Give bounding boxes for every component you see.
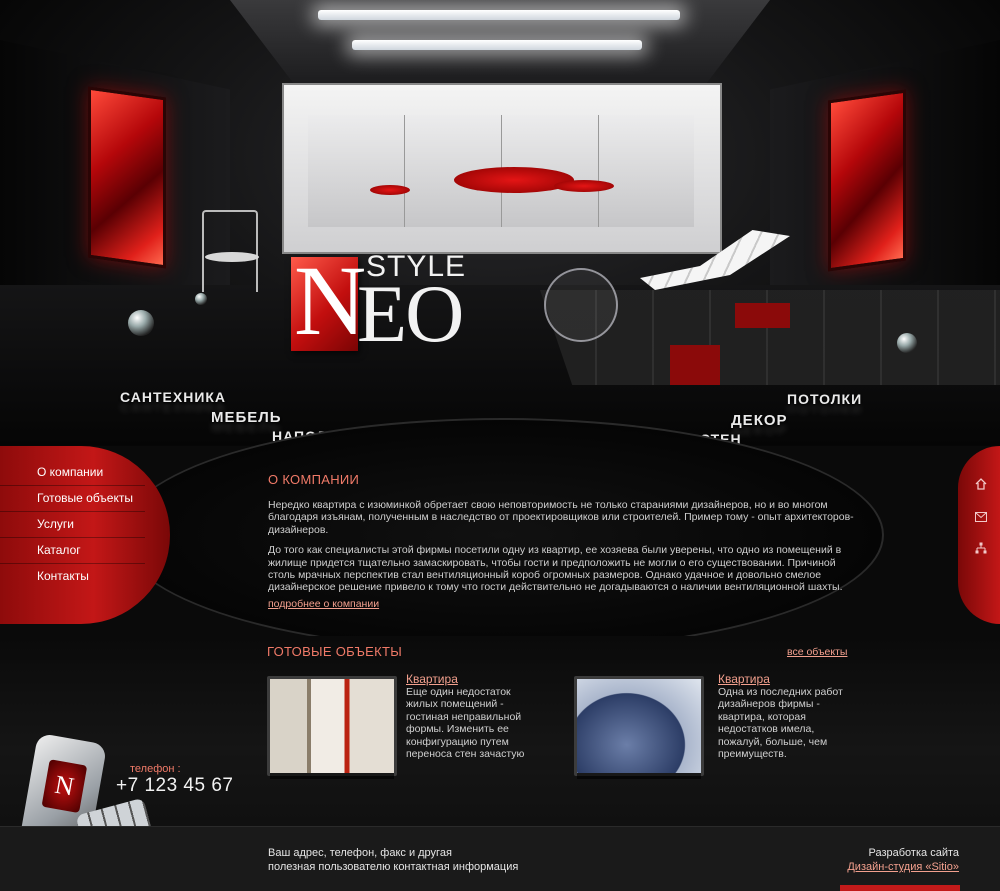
sphere	[128, 310, 154, 336]
home-icon[interactable]	[974, 478, 988, 490]
red-floor-tile	[670, 345, 720, 385]
red-wall-panel	[828, 89, 906, 272]
footer-red-bar	[840, 885, 960, 891]
nav-dekor[interactable]: ДЕКОР	[731, 412, 788, 429]
red-wall-panel	[88, 86, 166, 269]
phone-label: телефон :	[130, 763, 181, 775]
sidebar-link-catalog[interactable]: Каталог	[0, 538, 145, 563]
back-wall-art	[282, 83, 722, 254]
sidebar-link-contacts[interactable]: Контакты	[0, 564, 145, 589]
about-paragraph: Нередко квартира с изюминкой обретает св…	[268, 499, 854, 536]
objects-heading: ГОТОВЫЕ ОБЪЕКТЫ	[267, 644, 403, 659]
ceiling-lamp	[318, 10, 680, 20]
glass-table	[544, 268, 618, 342]
sitemap-icon[interactable]	[974, 542, 988, 554]
page: N EO STYLE САНТЕХНИКА МЕБЕЛЬ НАПОЛЬНЫЕ П…	[0, 0, 1000, 891]
object-card-text: Еще один недостаток жилых помещений - го…	[406, 686, 525, 761]
sidebar-link-services[interactable]: Услуги	[0, 512, 145, 537]
hero-banner: N EO STYLE САНТЕХНИКА МЕБЕЛЬ НАПОЛЬНЫЕ П…	[0, 0, 1000, 446]
object-card-title[interactable]: Квартира	[718, 672, 770, 686]
sidebar-link-objects[interactable]: Готовые объекты	[0, 486, 145, 511]
footer-studio-link[interactable]: Дизайн-студия «Sitio»	[847, 861, 959, 873]
about-heading: О КОМПАНИИ	[268, 472, 360, 487]
about-paragraph: До того как специалисты этой фирмы посет…	[268, 544, 843, 594]
red-splash	[370, 185, 410, 195]
logo-n-block: N	[291, 251, 366, 351]
about-text: Нередко квартира с изюминкой обретает св…	[268, 499, 864, 602]
red-splash	[454, 167, 574, 193]
phone-number: +7 123 45 67	[116, 775, 234, 796]
phone-screen-logo: N	[41, 759, 88, 814]
thumbnail-shadow	[270, 773, 394, 779]
nav-potolki[interactable]: ПОТОЛКИ	[787, 391, 862, 407]
ceiling-lamp	[352, 40, 642, 50]
sidebar-menu: О компании Готовые объекты Услуги Катало…	[0, 446, 170, 624]
logo-style: STYLE	[366, 250, 467, 283]
object-thumbnail[interactable]	[574, 676, 704, 776]
sidebar-item-about: О компании	[0, 460, 145, 486]
object-card-text: Одна из последних работ дизайнеров фирмы…	[718, 686, 843, 761]
thumbnail-shadow	[577, 773, 701, 779]
about-more-link[interactable]: подробнее о компании	[268, 598, 379, 610]
red-splash	[554, 180, 614, 192]
sidebar-list: О компании Готовые объекты Услуги Катало…	[0, 446, 145, 589]
sidebar-item-contacts: Контакты	[0, 564, 145, 589]
object-card-title[interactable]: Квартира	[406, 672, 458, 686]
all-objects-link[interactable]: все объекты	[787, 646, 847, 658]
footer-address: Ваш адрес, телефон, факс и другая полезн…	[268, 846, 518, 874]
sidebar-item-services: Услуги	[0, 512, 145, 538]
chair	[202, 210, 258, 292]
chair-seat	[205, 252, 259, 262]
nav-santehnika[interactable]: САНТЕХНИКА	[120, 389, 226, 405]
mail-icon[interactable]	[974, 512, 988, 524]
logo-letter: N	[294, 245, 367, 356]
sidebar-link-about[interactable]: О компании	[0, 460, 145, 485]
object-thumbnail[interactable]	[267, 676, 397, 776]
nav-mebel[interactable]: МЕБЕЛЬ	[211, 409, 282, 426]
sphere	[897, 333, 917, 353]
red-floor-tile	[735, 303, 790, 328]
logo-eo: EO	[357, 268, 464, 359]
sidebar-item-catalog: Каталог	[0, 538, 145, 564]
sidebar-item-objects: Готовые объекты	[0, 486, 145, 512]
sphere	[195, 293, 207, 305]
footer-dev-label: Разработка сайта	[868, 847, 959, 859]
right-icon-tab	[958, 446, 1000, 624]
footer-address-line: Ваш адрес, телефон, факс и другая	[268, 847, 452, 859]
footer-address-line: полезная пользователю контактная информа…	[268, 861, 519, 873]
